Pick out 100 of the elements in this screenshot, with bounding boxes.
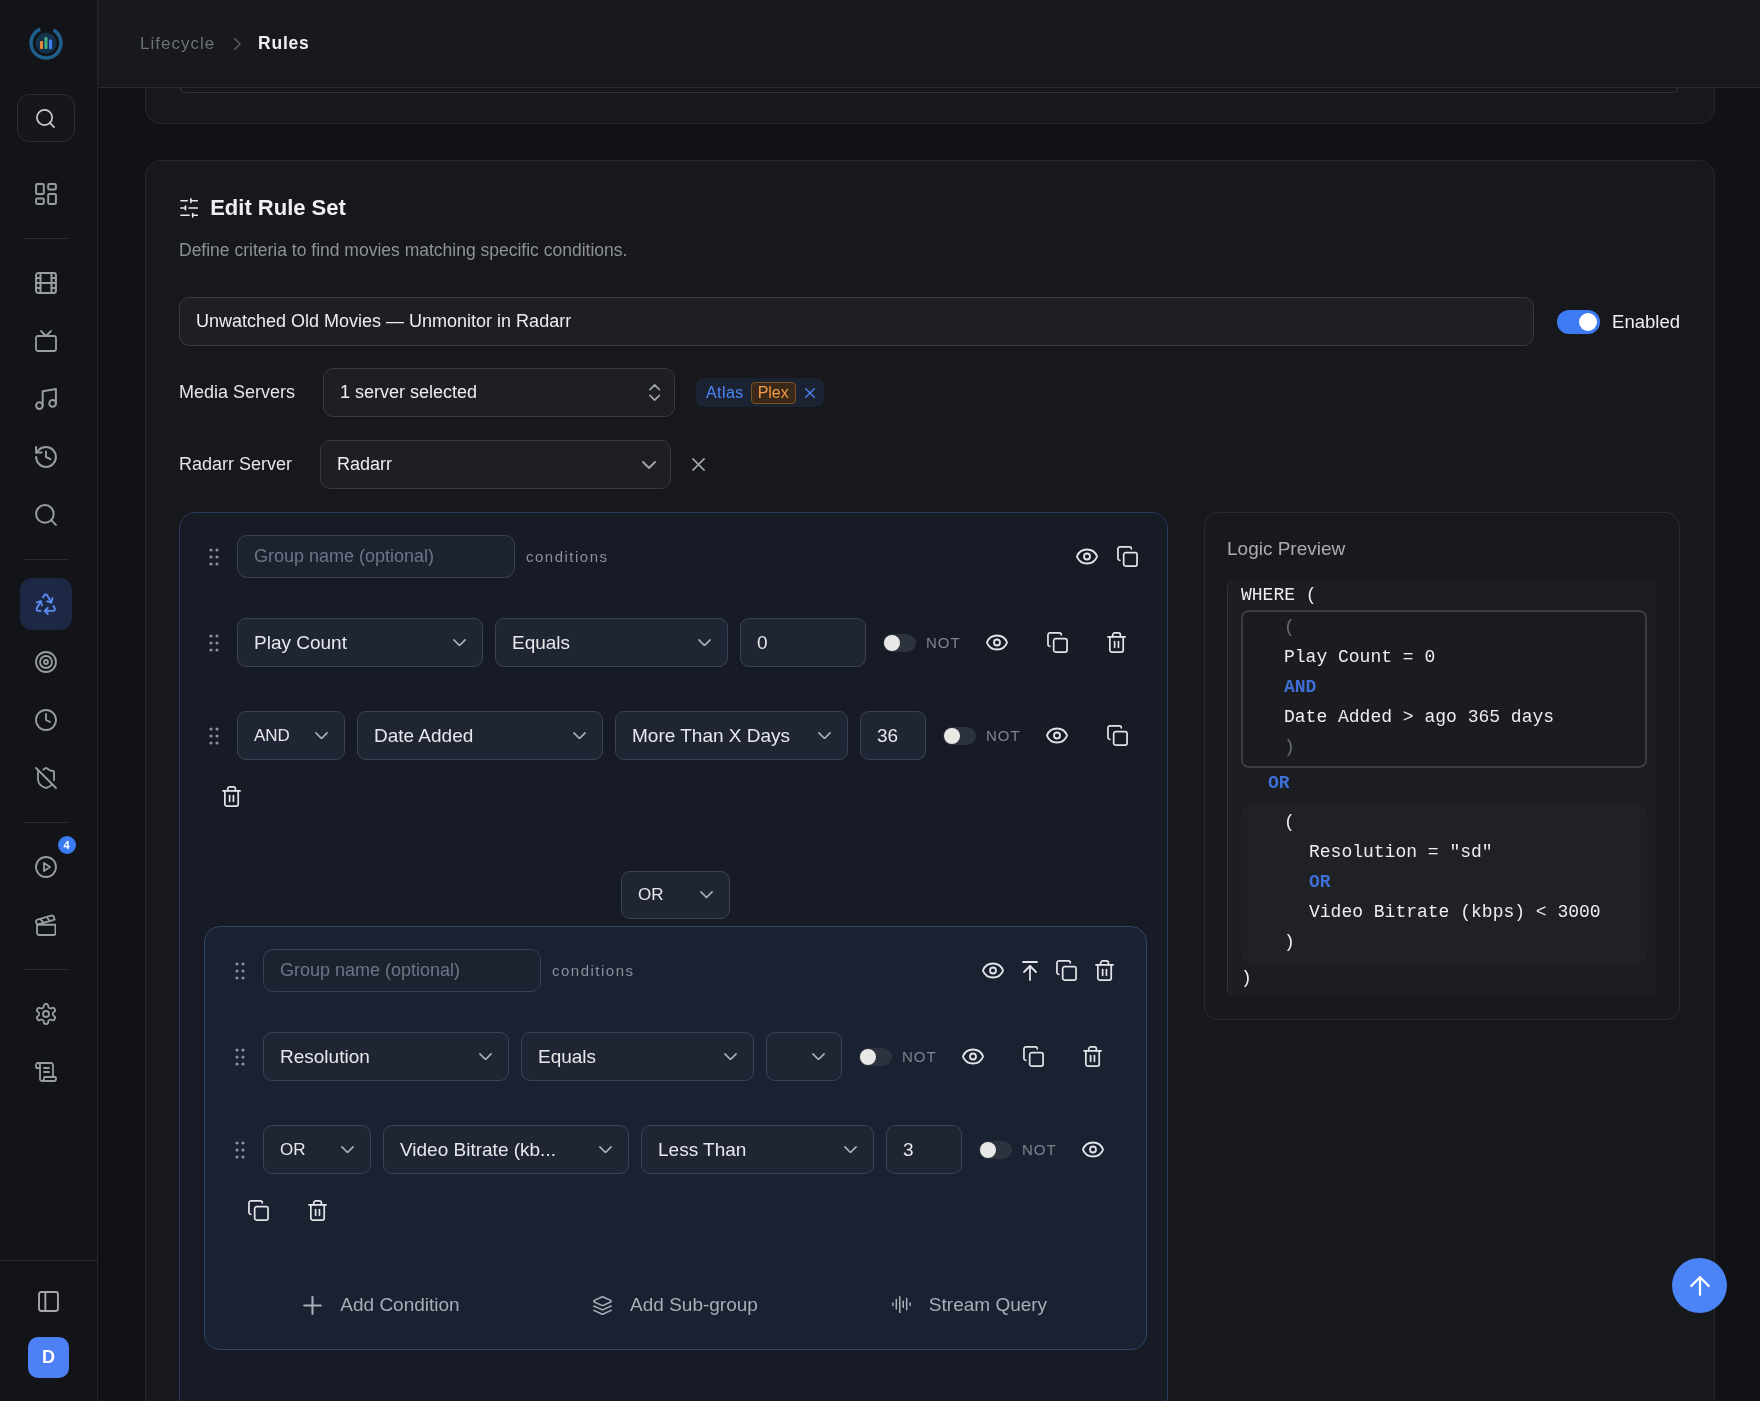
connector-dropdown[interactable]: OR	[621, 871, 730, 919]
drag-handle-icon[interactable]	[235, 1140, 245, 1159]
connector-dropdown[interactable]: AND	[237, 711, 345, 760]
visibility-button[interactable]	[1076, 548, 1098, 565]
connector-dropdown[interactable]: OR	[263, 1125, 371, 1174]
trash-icon	[1094, 960, 1114, 981]
breadcrumb-link[interactable]: Rules	[258, 33, 310, 54]
duplicate-button[interactable]	[1055, 960, 1077, 981]
layers-icon	[593, 1295, 613, 1315]
sidebar-toggle-button[interactable]	[38, 1291, 59, 1312]
visibility-button[interactable]	[981, 962, 1004, 979]
chevron-down-icon	[698, 638, 711, 647]
nav-item[interactable]	[19, 578, 72, 630]
chevron-down-icon	[700, 891, 713, 899]
add-condition-button[interactable]: Add Condition	[303, 1293, 460, 1317]
drag-handle-icon[interactable]	[209, 547, 219, 566]
description-text: Define criteria to find movies matching specific conditions.	[179, 239, 628, 262]
delete-button[interactable]	[1082, 1045, 1104, 1068]
trash-icon	[308, 1199, 328, 1221]
code-keyword: OR	[1309, 871, 1331, 894]
group-name-input[interactable]: Group name (optional)	[237, 535, 515, 578]
duplicate-button[interactable]	[1022, 1045, 1044, 1068]
code-keyword: AND	[1284, 676, 1317, 699]
field-label: Media Servers	[179, 382, 296, 403]
value-input[interactable]: 3	[886, 1125, 962, 1174]
clear-button[interactable]	[692, 458, 706, 471]
duplicate-button[interactable]	[1106, 724, 1128, 747]
add-subgroup-button[interactable]: Add Sub-group	[593, 1293, 758, 1317]
not-toggle[interactable]	[883, 633, 916, 652]
delete-button[interactable]	[307, 1199, 329, 1221]
code-line: Video Bitrate (kbps) < 3000	[1309, 901, 1601, 924]
chevron-down-icon	[453, 638, 466, 647]
delete-button[interactable]	[221, 785, 243, 807]
close-icon[interactable]	[804, 387, 815, 398]
music-note-icon	[34, 388, 57, 410]
server-select[interactable]: Radarr	[320, 440, 672, 489]
server-select[interactable]: 1 server selected	[323, 368, 676, 417]
move-up-button[interactable]	[1021, 960, 1038, 981]
tv-icon	[34, 330, 57, 352]
eye-icon	[1076, 548, 1098, 565]
search-icon	[36, 108, 55, 128]
section-title: Edit Rule Set	[210, 194, 346, 222]
audio-lines-icon	[891, 1296, 911, 1314]
recycle-icon	[34, 593, 57, 615]
stream-query-button[interactable]: Stream Query	[891, 1293, 1048, 1317]
duplicate-button[interactable]	[247, 1199, 269, 1221]
value-input[interactable]: 0	[740, 618, 866, 667]
arrow-up-to-line-icon	[1021, 960, 1038, 981]
drag-handle-icon[interactable]	[235, 961, 245, 980]
trash-icon	[222, 785, 242, 807]
chevron-down-icon	[573, 731, 586, 740]
code-line: )	[1284, 931, 1295, 954]
dashboard-icon	[34, 183, 57, 205]
switch-label: Enabled	[1612, 310, 1680, 333]
scroll-icon	[34, 1062, 57, 1082]
clock-icon	[34, 709, 57, 731]
drag-handle-icon[interactable]	[235, 1047, 245, 1066]
plus-icon	[303, 1295, 323, 1315]
rule-name-field[interactable]: Unwatched Old Movies — Unmonitor in Radarr	[179, 297, 1535, 346]
tag-name: Atlas	[706, 383, 744, 402]
not-toggle[interactable]	[943, 726, 976, 745]
chevron-right-icon	[234, 37, 241, 50]
not-toggle[interactable]	[859, 1047, 892, 1066]
delete-button[interactable]	[1106, 631, 1128, 654]
search-icon	[34, 504, 57, 526]
operator-dropdown[interactable]: More Than X Days	[615, 711, 848, 760]
value-input[interactable]: 36	[860, 711, 926, 760]
field-dropdown[interactable]: Play Count	[237, 618, 483, 667]
clapperboard-icon	[34, 914, 57, 936]
enabled-switch[interactable]	[1557, 309, 1601, 334]
avatar[interactable]: D	[28, 1337, 69, 1378]
count-badge: 4	[57, 836, 76, 854]
logo-icon[interactable]	[27, 25, 64, 61]
breadcrumb-link[interactable]: Lifecycle	[140, 33, 216, 54]
trash-icon	[1107, 632, 1127, 653]
group-name-input[interactable]: Group name (optional)	[263, 949, 541, 992]
field-dropdown[interactable]: Date Added	[357, 711, 603, 760]
operator-dropdown[interactable]: Equals	[495, 618, 728, 667]
chevron-down-icon	[818, 731, 831, 740]
target-icon	[34, 651, 57, 673]
eye-icon	[981, 962, 1004, 979]
chevron-up-down-icon	[648, 384, 661, 401]
drag-handle-icon[interactable]	[209, 726, 219, 745]
toggle-label: NOT	[926, 634, 961, 651]
duplicate-button[interactable]	[1117, 546, 1138, 567]
not-toggle[interactable]	[979, 1140, 1012, 1159]
field-dropdown[interactable]: Resolution	[263, 1032, 509, 1081]
code-keyword: OR	[1268, 772, 1290, 795]
duplicate-button[interactable]	[1046, 631, 1068, 654]
toggle-label: NOT	[1022, 1141, 1057, 1158]
operator-dropdown[interactable]: Less Than	[641, 1125, 874, 1174]
drag-handle-icon[interactable]	[209, 633, 219, 652]
code-line: Resolution = "sd"	[1309, 841, 1493, 864]
eye-icon	[1046, 727, 1068, 744]
panel-left-icon	[38, 1291, 59, 1312]
chevron-down-icon	[724, 1052, 737, 1061]
delete-button[interactable]	[1094, 960, 1114, 981]
search-button[interactable]	[16, 94, 75, 142]
field-dropdown[interactable]: Video Bitrate (kb...	[383, 1125, 629, 1174]
operator-dropdown[interactable]: Equals	[521, 1032, 754, 1081]
